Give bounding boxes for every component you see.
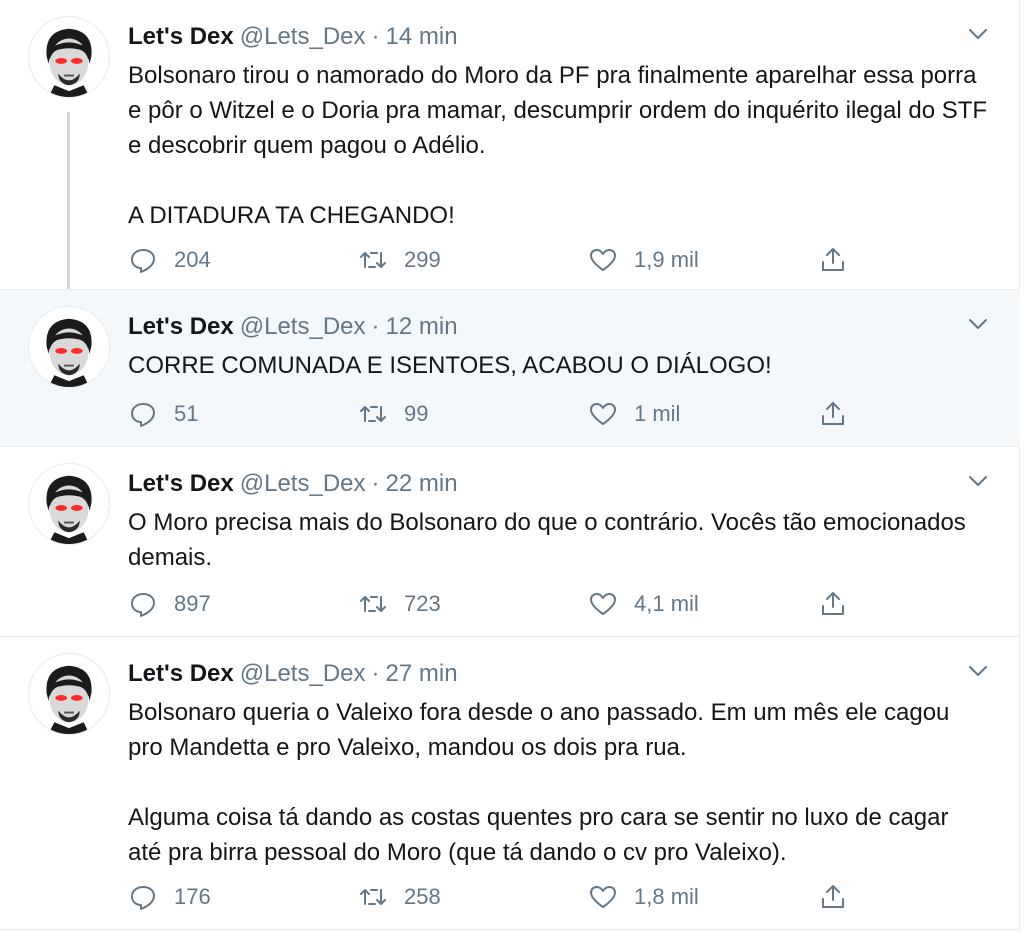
- like-button[interactable]: 1 mil: [588, 399, 680, 429]
- timestamp[interactable]: 14 min: [386, 23, 458, 50]
- display-name[interactable]: Let's Dex: [128, 470, 234, 497]
- avatar[interactable]: [28, 653, 110, 735]
- heart-icon: [590, 403, 616, 425]
- retweet-button[interactable]: 299: [358, 245, 441, 275]
- retweet-button[interactable]: 258: [358, 882, 441, 912]
- more-options-button[interactable]: [966, 469, 990, 493]
- reply-icon: [131, 249, 155, 273]
- tweet-text: Bolsonaro tirou o namorado do Moro da PF…: [128, 58, 988, 233]
- chevron-down-icon: [969, 29, 987, 39]
- tweet-paragraph: O Moro precisa mais do Bolsonaro do que …: [128, 509, 966, 571]
- tweet-actions: 176 258 1,8 mil: [128, 882, 868, 912]
- user-handle[interactable]: @Lets_Dex: [240, 313, 366, 340]
- avatar-image: [46, 28, 92, 97]
- tweet-header: Let's Dex @Lets_Dex · 27 min: [128, 659, 458, 689]
- tweet[interactable]: Let's Dex @Lets_Dex · 27 min Bolsonaro quer…: [0, 637, 1020, 930]
- reply-icon: [131, 403, 155, 427]
- chevron-down-icon: [969, 319, 987, 329]
- like-count: 1 mil: [634, 401, 681, 426]
- chevron-down-icon: [969, 666, 987, 676]
- avatar-image: [46, 475, 92, 544]
- more-options-button[interactable]: [966, 659, 990, 683]
- separator-dot: ·: [371, 23, 380, 50]
- tweet-paragraph: Alguma coisa tá dando as costas quentes …: [128, 804, 949, 866]
- tweet[interactable]: Let's Dex @Lets_Dex · 22 min O Moro precisa…: [0, 447, 1020, 637]
- user-handle[interactable]: @Lets_Dex: [240, 470, 366, 497]
- more-options-button[interactable]: [966, 22, 990, 46]
- retweet-button[interactable]: 99: [358, 399, 428, 429]
- reply-button[interactable]: 51: [128, 399, 198, 429]
- reply-button[interactable]: 897: [128, 589, 211, 619]
- avatar[interactable]: [28, 16, 110, 98]
- avatar-image: [46, 318, 92, 387]
- timestamp[interactable]: 27 min: [386, 660, 458, 687]
- like-button[interactable]: 4,1 mil: [588, 589, 699, 619]
- tweet-text: CORRE COMUNADA E ISENTOES, ACABOU O DIÁL…: [128, 348, 988, 383]
- avatar[interactable]: [28, 463, 110, 545]
- separator-dot: ·: [371, 660, 380, 687]
- heart-icon: [590, 249, 616, 271]
- like-count: 1,9 mil: [634, 247, 699, 272]
- share-button[interactable]: [818, 399, 848, 429]
- share-icon: [822, 402, 844, 425]
- retweet-count: 299: [404, 247, 441, 272]
- share-button[interactable]: [818, 882, 848, 912]
- tweet[interactable]: Let's Dex @Lets_Dex · 14 min Bolsonaro tiro…: [0, 0, 1020, 290]
- avatar-image: [46, 665, 92, 734]
- reply-icon: [131, 593, 155, 617]
- share-icon: [822, 885, 844, 908]
- tweet-paragraph: CORRE COMUNADA E ISENTOES, ACABOU O DIÁL…: [128, 352, 772, 379]
- tweet-actions: 51 99 1 mil: [128, 399, 868, 429]
- share-icon: [822, 592, 844, 615]
- tweet-paragraph: A DITADURA TA CHEGANDO!: [128, 202, 455, 229]
- like-count: 1,8 mil: [634, 884, 699, 909]
- retweet-count: 258: [404, 884, 441, 909]
- timestamp[interactable]: 12 min: [386, 313, 458, 340]
- heart-icon: [590, 593, 616, 615]
- separator-dot: ·: [371, 313, 380, 340]
- user-handle[interactable]: @Lets_Dex: [240, 23, 366, 50]
- reply-button[interactable]: 176: [128, 882, 211, 912]
- retweet-icon: [360, 252, 386, 268]
- reply-count: 204: [174, 247, 211, 272]
- more-options-button[interactable]: [966, 312, 990, 336]
- tweet-header: Let's Dex @Lets_Dex · 14 min: [128, 22, 458, 52]
- retweet-icon: [360, 406, 386, 422]
- tweet-header: Let's Dex @Lets_Dex · 12 min: [128, 312, 458, 342]
- tweet-header: Let's Dex @Lets_Dex · 22 min: [128, 469, 458, 499]
- share-button[interactable]: [818, 589, 848, 619]
- separator-dot: ·: [371, 470, 380, 497]
- display-name[interactable]: Let's Dex: [128, 23, 234, 50]
- reply-count: 176: [174, 884, 211, 909]
- like-count: 4,1 mil: [634, 591, 699, 616]
- user-handle[interactable]: @Lets_Dex: [240, 660, 366, 687]
- timeline: Let's Dex @Lets_Dex · 14 min Bolsonaro tiro…: [0, 0, 1020, 932]
- retweet-icon: [360, 596, 386, 612]
- retweet-icon: [360, 889, 386, 905]
- share-button[interactable]: [818, 245, 848, 275]
- retweet-count: 99: [404, 401, 429, 426]
- tweet-text: O Moro precisa mais do Bolsonaro do que …: [128, 505, 988, 575]
- tweet-text: Bolsonaro queria o Valeixo fora desde o …: [128, 695, 988, 870]
- avatar[interactable]: [28, 306, 110, 388]
- reply-count: 51: [174, 401, 199, 426]
- tweet-actions: 204 299 1,9 mil: [128, 245, 868, 275]
- timestamp[interactable]: 22 min: [386, 470, 458, 497]
- like-button[interactable]: 1,9 mil: [588, 245, 699, 275]
- display-name[interactable]: Let's Dex: [128, 313, 234, 340]
- share-icon: [822, 248, 844, 271]
- retweet-button[interactable]: 723: [358, 589, 441, 619]
- reply-count: 897: [174, 591, 211, 616]
- reply-icon: [131, 886, 155, 910]
- retweet-count: 723: [404, 591, 441, 616]
- display-name[interactable]: Let's Dex: [128, 660, 234, 687]
- heart-icon: [590, 886, 616, 908]
- tweet-paragraph: Bolsonaro queria o Valeixo fora desde o …: [128, 699, 950, 761]
- tweet-actions: 897 723 4,1 mil: [128, 589, 868, 619]
- tweet[interactable]: Let's Dex @Lets_Dex · 12 min CORRE COMUNADA…: [0, 290, 1020, 447]
- reply-button[interactable]: 204: [128, 245, 211, 275]
- like-button[interactable]: 1,8 mil: [588, 882, 699, 912]
- chevron-down-icon: [969, 476, 987, 486]
- tweet-paragraph: Bolsonaro tirou o namorado do Moro da PF…: [128, 62, 988, 159]
